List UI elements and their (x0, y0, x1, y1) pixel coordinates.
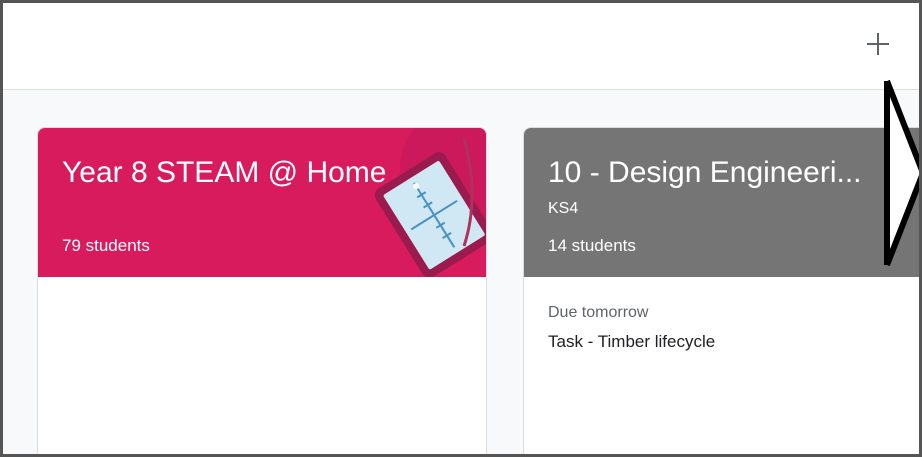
due-label: Due tomorrow (548, 304, 649, 321)
class-card-header: 10 - Design Engineeri... KS4 14 students (524, 128, 919, 277)
plus-icon (867, 33, 889, 55)
tablet-graph-icon (374, 128, 486, 277)
class-card[interactable]: 10 - Design Engineeri... KS4 14 students… (523, 127, 919, 454)
student-count: 79 students (62, 236, 150, 255)
class-card-header: Year 8 STEAM @ Home 79 students (38, 128, 486, 277)
due-task-link[interactable]: Task - Timber lifecycle (548, 332, 715, 352)
app-frame: Year 8 STEAM @ Home 79 students 10 - Des… (0, 0, 922, 457)
next-button[interactable] (875, 73, 919, 293)
class-title-link[interactable]: 10 - Design Engineeri... (548, 156, 862, 190)
add-class-button[interactable] (861, 27, 895, 61)
class-section: KS4 (548, 200, 579, 217)
class-card[interactable]: Year 8 STEAM @ Home 79 students (37, 127, 487, 454)
student-count: 14 students (548, 236, 636, 255)
top-bar (3, 3, 919, 90)
class-title-link[interactable]: Year 8 STEAM @ Home (62, 156, 386, 190)
chevron-right-icon (884, 79, 919, 267)
